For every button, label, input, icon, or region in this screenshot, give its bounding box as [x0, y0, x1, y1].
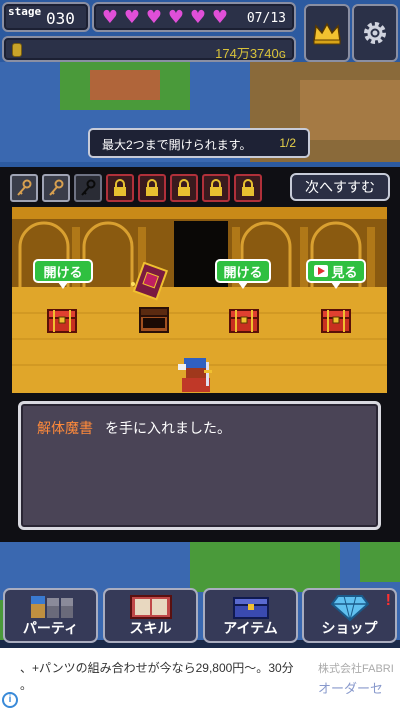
- gold-indicator: 174万3740ɢ: [2, 36, 296, 62]
- locked-slot: [106, 174, 134, 202]
- message-box: 解体魔書 を手に入れました。: [18, 401, 381, 530]
- mountain-tile: [300, 80, 400, 140]
- locked-slot: [202, 174, 230, 202]
- spellbook-icon: [131, 262, 169, 301]
- nav-item-label: アイテム: [223, 620, 278, 636]
- item-chest-icon: [232, 597, 269, 619]
- key-slot: [42, 174, 70, 202]
- heart-icon: ♥: [189, 7, 207, 28]
- padlock-icon: [242, 179, 254, 196]
- watch-video-label: 見る: [331, 264, 358, 280]
- stage-indicator: stage 030: [2, 2, 90, 32]
- mountain-tile: [90, 70, 160, 100]
- ranking-button[interactable]: [304, 4, 350, 62]
- treasure-chest-icon[interactable]: [46, 304, 78, 336]
- padlock-icon: [210, 179, 222, 196]
- gold-amount: 174万3740ɢ: [215, 46, 286, 61]
- heart-icon: ♥: [211, 7, 229, 28]
- padlock-icon: [114, 179, 126, 196]
- nav-shop-button[interactable]: ! ショップ: [302, 588, 397, 643]
- gear-icon: [364, 22, 386, 44]
- padlock-icon: [146, 179, 158, 196]
- ad-text-line1: 、+パンツの組み合わせが今なら29,800円〜。30分: [20, 661, 294, 675]
- stage-number: 030: [46, 9, 75, 28]
- key-slot: [10, 174, 38, 202]
- treasure-chest-icon[interactable]: [228, 304, 260, 336]
- nav-party-label: パーティ: [22, 620, 79, 636]
- hearts-count: 07/13: [246, 11, 286, 26]
- locked-slot: [170, 174, 198, 202]
- ad-text: 、+パンツの組み合わせが今なら29,800円〜。30分 。: [20, 660, 310, 694]
- opened-chest-icon: [139, 307, 169, 333]
- settings-button[interactable]: [352, 4, 398, 62]
- treasure-chest-icon[interactable]: [320, 304, 352, 336]
- shop-alert-badge: !: [385, 592, 391, 609]
- hearts-indicator: ♥ ♥ ♥ ♥ ♥ ♥ 07/13: [92, 2, 296, 32]
- obtained-message-text: を手に入れました。: [105, 420, 231, 436]
- stage-label: stage: [8, 5, 42, 18]
- watch-video-button[interactable]: 見る: [306, 259, 366, 289]
- next-button[interactable]: 次へすすむ: [290, 173, 390, 201]
- nav-skill-label: スキル: [129, 620, 172, 636]
- notice-count: 1/2: [279, 136, 296, 150]
- heart-icon: ♥: [167, 7, 185, 28]
- hearts-row: ♥ ♥ ♥ ♥ ♥ ♥: [100, 9, 230, 27]
- notice-text: 最大2つまで開けられます。: [102, 138, 252, 152]
- ad-banner[interactable]: 、+パンツの組み合わせが今なら29,800円〜。30分 。 株式会社FABRI …: [0, 648, 400, 710]
- key-slot: [74, 174, 102, 202]
- padlock-icon: [178, 179, 190, 196]
- coin-icon: [12, 43, 22, 57]
- ad-text-line2: 。: [20, 678, 33, 692]
- nav-party-button[interactable]: パーティ: [3, 588, 98, 643]
- open-chest-button[interactable]: 開ける: [33, 259, 93, 289]
- heart-icon: ♥: [123, 7, 141, 28]
- heart-icon: ♥: [101, 7, 119, 28]
- hero-character: [178, 358, 212, 392]
- open-limit-notice: 最大2つまで開けられます。 1/2: [88, 128, 310, 158]
- party-icon: [30, 596, 73, 618]
- nav-skill-button[interactable]: スキル: [103, 588, 198, 643]
- locked-slot: [138, 174, 166, 202]
- key-icon: [81, 179, 96, 196]
- ad-info-icon[interactable]: i: [2, 692, 18, 708]
- video-play-icon: [314, 265, 329, 277]
- obtained-item-name: 解体魔書: [37, 420, 93, 436]
- ad-company: 株式会社FABRI: [318, 663, 394, 675]
- locked-slot: [234, 174, 262, 202]
- crown-icon: [313, 22, 341, 45]
- skill-book-icon: [129, 595, 172, 619]
- heart-icon: ♥: [145, 7, 163, 28]
- island-tile: [190, 542, 340, 592]
- nav-shop-label: ショップ: [321, 620, 378, 636]
- ad-cta[interactable]: オーダーセ: [318, 678, 383, 697]
- key-icon: [49, 179, 64, 196]
- key-icon: [17, 179, 32, 196]
- island-tile: [360, 542, 400, 582]
- nav-item-button[interactable]: アイテム: [203, 588, 298, 643]
- open-chest-button[interactable]: 開ける: [215, 259, 271, 289]
